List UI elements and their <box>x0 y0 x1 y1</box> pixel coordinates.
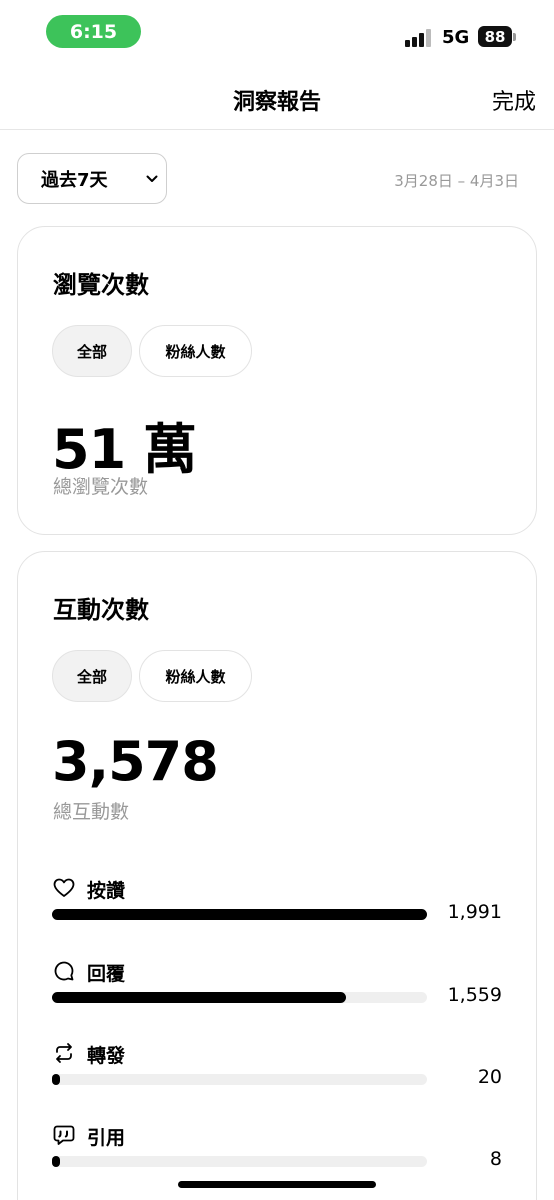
metric-likes: 按讚 1,991 <box>52 876 522 946</box>
metric-value: 1,559 <box>447 984 502 1006</box>
views-caption: 總瀏覽次數 <box>53 476 149 498</box>
metric-value: 1,991 <box>447 901 502 923</box>
interactions-chip-all[interactable]: 全部 <box>52 650 132 702</box>
status-time: 6:15 <box>69 20 118 43</box>
interactions-caption: 總互動數 <box>53 801 130 823</box>
views-chip-followers[interactable]: 粉絲人數 <box>139 325 252 377</box>
metric-label: 轉發 <box>87 1045 126 1067</box>
metric-reposts: 轉發 20 <box>52 1041 522 1111</box>
signal-icon <box>405 27 433 47</box>
done-button[interactable]: 完成 <box>492 84 536 116</box>
date-range-dropdown[interactable]: 過去7天 <box>17 153 167 204</box>
views-card: 瀏覽次數 全部 粉絲人數 51 萬 總瀏覽次數 <box>17 226 537 535</box>
bar-track <box>52 909 427 920</box>
bar-fill <box>52 1074 60 1085</box>
bar-track <box>52 992 427 1003</box>
interactions-total: 3,578 <box>52 730 219 793</box>
page-title: 洞察報告 <box>232 90 321 115</box>
time-pill[interactable]: 6:15 <box>46 15 141 48</box>
metric-replies: 回覆 1,559 <box>52 959 522 1029</box>
metric-value: 20 <box>477 1066 502 1088</box>
views-title: 瀏覽次數 <box>53 271 149 299</box>
interactions-title: 互動次數 <box>53 596 149 624</box>
bar-track <box>52 1074 427 1085</box>
home-indicator[interactable] <box>178 1181 376 1188</box>
metric-label: 引用 <box>87 1127 126 1149</box>
views-chip-all[interactable]: 全部 <box>52 325 132 377</box>
quote-icon <box>53 1125 75 1145</box>
metric-value: 8 <box>489 1148 502 1170</box>
chevron-down-icon <box>146 175 158 182</box>
bar-fill <box>52 909 427 920</box>
date-range-text: 3月28日 – 4月3日 <box>394 172 519 190</box>
repost-icon <box>56 1043 72 1063</box>
battery-tip <box>513 33 516 41</box>
bar-fill <box>52 992 346 1003</box>
nav-bar: 洞察報告 完成 <box>0 62 554 130</box>
network-label: 5G <box>442 27 470 48</box>
date-range-dropdown-label: 過去7天 <box>41 169 108 191</box>
interactions-chip-followers[interactable]: 粉絲人數 <box>139 650 252 702</box>
metric-label: 回覆 <box>87 963 126 985</box>
status-bar: 6:15 5G 88 <box>0 0 554 62</box>
bar-track <box>52 1156 427 1167</box>
interactions-card: 互動次數 全部 粉絲人數 3,578 總互動數 按讚 1,991 回覆 1,55… <box>17 551 537 1200</box>
bar-fill <box>52 1156 60 1167</box>
metric-label: 按讚 <box>87 880 126 902</box>
heart-icon <box>53 878 75 897</box>
reply-bubble-icon <box>54 961 74 981</box>
battery-icon: 88 <box>478 26 512 47</box>
battery-level: 88 <box>484 27 506 46</box>
